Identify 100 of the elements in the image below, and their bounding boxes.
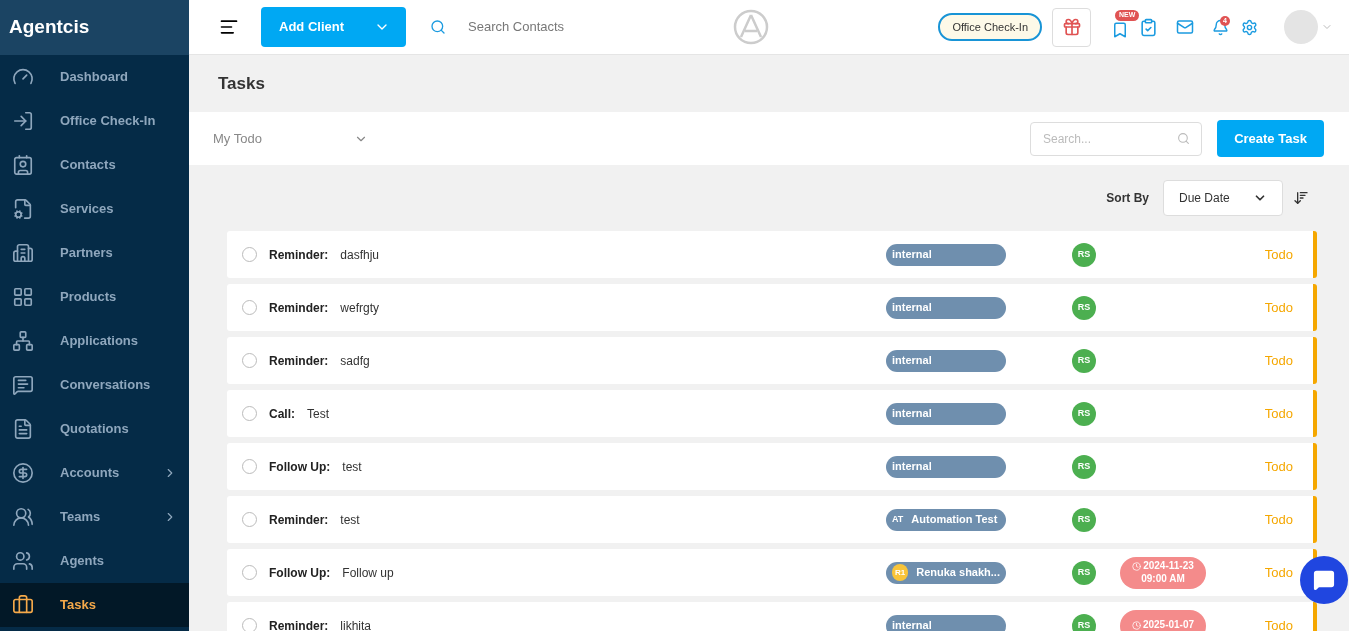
task-type: Reminder:	[269, 299, 329, 317]
assignee-avatar: RS	[1072, 507, 1096, 532]
clipboard-check-icon[interactable]	[1139, 17, 1158, 37]
building-icon	[12, 242, 34, 264]
task-title: likhita	[340, 617, 372, 631]
sidebar-item[interactable]: Quotations	[0, 407, 189, 451]
task-row[interactable]: Reminder: likhita internal RS 2025-01-07 Todo	[227, 602, 1317, 631]
sidebar-item[interactable]: Partners	[0, 231, 189, 275]
task-status: Todo	[1264, 563, 1293, 582]
task-status: Todo	[1264, 457, 1293, 476]
task-type: Reminder:	[269, 617, 329, 631]
sidebar-item[interactable]: Office Check-In	[0, 99, 189, 143]
clock-icon	[1132, 561, 1142, 571]
assignee-avatar: RS	[1072, 348, 1096, 373]
task-type: Follow Up:	[269, 458, 331, 476]
briefcase-icon	[12, 594, 34, 616]
document-icon	[12, 418, 34, 440]
sidebar-item[interactable]: Contacts	[0, 143, 189, 187]
task-title: Test	[307, 405, 330, 423]
sidebar-item[interactable]: Services	[0, 187, 189, 231]
tag-badge: internal	[886, 455, 1006, 478]
people-icon	[12, 506, 34, 528]
contact-card-icon	[12, 154, 34, 176]
avatar[interactable]	[1284, 10, 1318, 44]
task-row[interactable]: Call: Test internal RS Todo	[227, 390, 1317, 437]
search-icon	[1177, 131, 1190, 145]
task-row[interactable]: Follow Up: test internal RS Todo	[227, 443, 1317, 490]
sort-label: Sort By	[1106, 190, 1149, 207]
sidebar-item[interactable]: Dashboard	[0, 55, 189, 99]
task-type: Reminder:	[269, 352, 329, 370]
task-status: Todo	[1264, 298, 1293, 317]
task-type: Reminder:	[269, 511, 329, 529]
group-icon	[12, 550, 34, 572]
mail-icon[interactable]	[1176, 18, 1194, 36]
clock-icon	[1131, 621, 1141, 630]
sort-order-icon[interactable]	[1293, 190, 1309, 206]
task-title: dasfhju	[340, 246, 380, 264]
sidebar-item[interactable]: Teams	[0, 495, 189, 539]
logo-icon	[733, 9, 769, 45]
due-date: 2025-01-07	[1142, 619, 1195, 631]
gift-button[interactable]	[1052, 7, 1091, 47]
assignee-avatar: RS	[1072, 242, 1096, 267]
office-checkin-button[interactable]: Office Check-In	[938, 13, 1042, 41]
sidebar-item[interactable]: Products	[0, 275, 189, 319]
search-field[interactable]: Search Contacts	[468, 17, 688, 37]
sign-in-icon	[12, 110, 34, 132]
task-status: Todo	[1264, 351, 1293, 370]
sidebar-item[interactable]: Applications	[0, 319, 189, 363]
task-row[interactable]: Reminder: sadfg internal RS Todo	[227, 337, 1317, 384]
tag-badge: internal	[886, 614, 1006, 631]
filter-dropdown[interactable]: My Todo	[213, 128, 368, 149]
task-row[interactable]: Reminder: dasfhju internal RS Todo	[227, 231, 1317, 278]
task-status: Todo	[1264, 510, 1293, 529]
task-title: sadfg	[340, 352, 370, 370]
sidebar-item[interactable]: Conversations	[0, 363, 189, 407]
chat-icon	[12, 374, 34, 396]
assignee-avatar: RS	[1072, 295, 1096, 320]
task-row[interactable]: Reminder: test AT Automation Test RS Todo	[227, 496, 1317, 543]
sidebar-item[interactable]: Accounts	[0, 451, 189, 495]
sort-select[interactable]: Due Date	[1163, 180, 1283, 216]
task-status: Todo	[1264, 245, 1293, 264]
task-search-field[interactable]: Search...	[1030, 121, 1202, 156]
task-type: Call:	[269, 405, 295, 423]
dollar-icon	[12, 462, 34, 484]
assignee-avatar: RS	[1072, 401, 1096, 426]
task-row[interactable]: Reminder: wefrgty internal RS Todo	[227, 284, 1317, 331]
tag-badge: internal	[886, 296, 1006, 319]
task-title: wefrgty	[340, 299, 380, 317]
tag-badge: internal	[886, 349, 1006, 372]
tag-label: Renuka shakh...	[916, 565, 1000, 581]
due-date: 2024-11-23	[1143, 560, 1194, 573]
task-type: Reminder:	[269, 246, 329, 264]
assignee-avatar: RS	[1072, 560, 1096, 585]
task-row[interactable]: Follow Up: Follow up R1 Renuka shakh... RS 2024-11-23 09:00 AM Todo	[227, 549, 1317, 596]
bell-icon[interactable]	[1212, 18, 1229, 36]
search-icon	[430, 19, 446, 35]
assignee-avatar: RS	[1072, 454, 1096, 479]
sidebar-item[interactable]: Tasks	[0, 583, 189, 627]
page-title: Tasks	[218, 72, 265, 95]
settings-icon[interactable]	[1241, 18, 1258, 36]
tag-badge: internal	[886, 402, 1006, 425]
initials-text: AT	[892, 512, 904, 526]
tag-badge: internal	[886, 243, 1006, 266]
bookmark-icon[interactable]	[1111, 21, 1129, 39]
assignee-avatar: RS	[1072, 613, 1096, 631]
task-status: Todo	[1264, 616, 1293, 631]
task-title: Follow up	[342, 564, 394, 582]
task-title: test	[340, 511, 360, 529]
task-status: Todo	[1264, 404, 1293, 423]
chat-bubble-icon	[1313, 569, 1335, 591]
menu-icon[interactable]	[219, 17, 239, 37]
chat-button[interactable]	[1300, 556, 1348, 604]
brand-name: Agentcis	[9, 15, 90, 40]
document-gear-icon	[12, 198, 34, 220]
sidebar-item[interactable]: Agents	[0, 539, 189, 583]
gift-icon	[1061, 17, 1082, 37]
task-type: Follow Up:	[269, 564, 331, 582]
grid-icon	[12, 286, 34, 308]
tag-label: Automation Test	[911, 512, 998, 528]
due-time: 09:00 AM	[1141, 572, 1185, 585]
